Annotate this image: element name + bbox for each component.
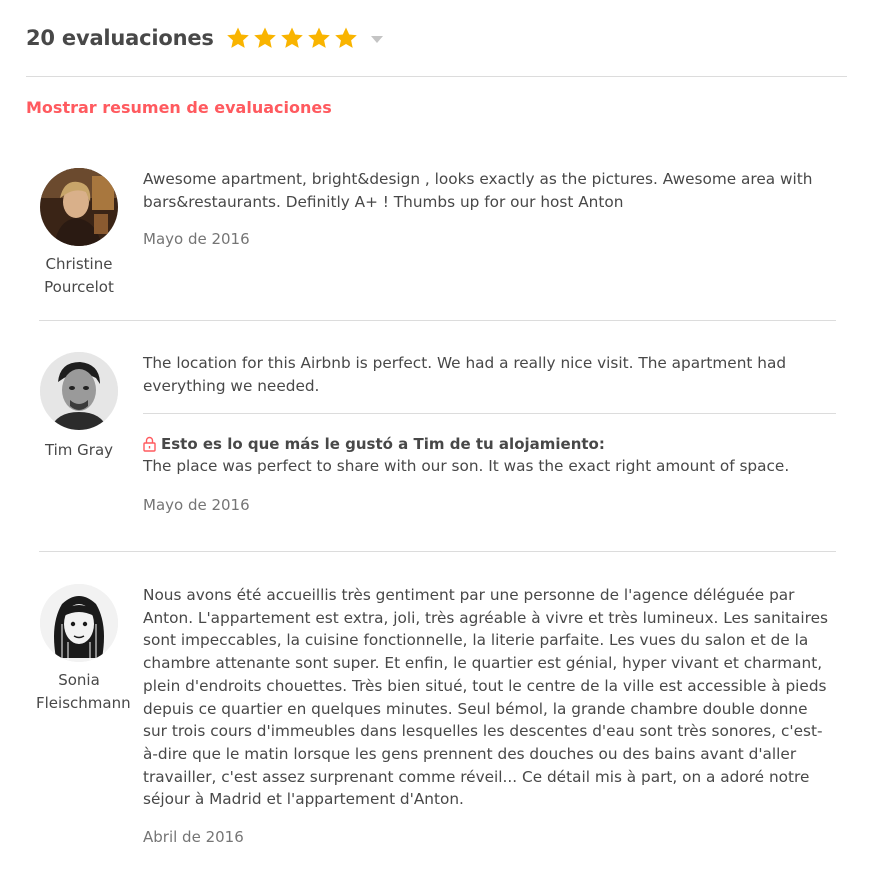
reviewer-name[interactable]: Christine Pourcelot <box>36 253 122 299</box>
review-text: Awesome apartment, bright&design , looks… <box>143 170 813 211</box>
liked-divider <box>143 413 836 415</box>
star-icon <box>253 26 277 50</box>
star-icon <box>280 26 304 50</box>
review-date: Mayo de 2016 <box>143 496 250 515</box>
star-icon <box>307 26 331 50</box>
review-text: Nous avons été accueillis très gentiment… <box>143 586 828 809</box>
reviewer-name[interactable]: Tim Gray <box>36 439 122 462</box>
header-divider <box>26 76 847 77</box>
reviewer-profile[interactable]: Tim Gray <box>36 352 122 462</box>
avatar[interactable] <box>40 168 118 246</box>
star-icon <box>334 26 358 50</box>
avatar[interactable] <box>40 352 118 430</box>
reviews-header: 20 evaluaciones <box>26 22 383 54</box>
review-date: Abril de 2016 <box>143 828 244 847</box>
review-date: Mayo de 2016 <box>143 230 250 249</box>
star-icon <box>226 26 250 50</box>
star-rating <box>226 26 361 50</box>
reviewer-profile[interactable]: Christine Pourcelot <box>36 168 122 299</box>
review-text: The location for this Airbnb is perfect.… <box>143 354 787 395</box>
liked-heading: Esto es lo que más le gustó a Tim de tu … <box>143 433 836 455</box>
lock-icon <box>143 436 156 453</box>
reviewer-profile[interactable]: Sonia Fleischmann <box>36 584 131 715</box>
review-divider <box>39 551 836 552</box>
review-count: 20 evaluaciones <box>26 26 214 50</box>
review-divider <box>39 320 836 321</box>
reviewer-name[interactable]: Sonia Fleischmann <box>36 669 131 715</box>
show-review-summary-link[interactable]: Mostrar resumen de evaluaciones <box>26 98 332 117</box>
avatar[interactable] <box>40 584 118 662</box>
chevron-down-icon[interactable] <box>370 35 383 43</box>
liked-text: The place was perfect to share with our … <box>143 457 790 476</box>
